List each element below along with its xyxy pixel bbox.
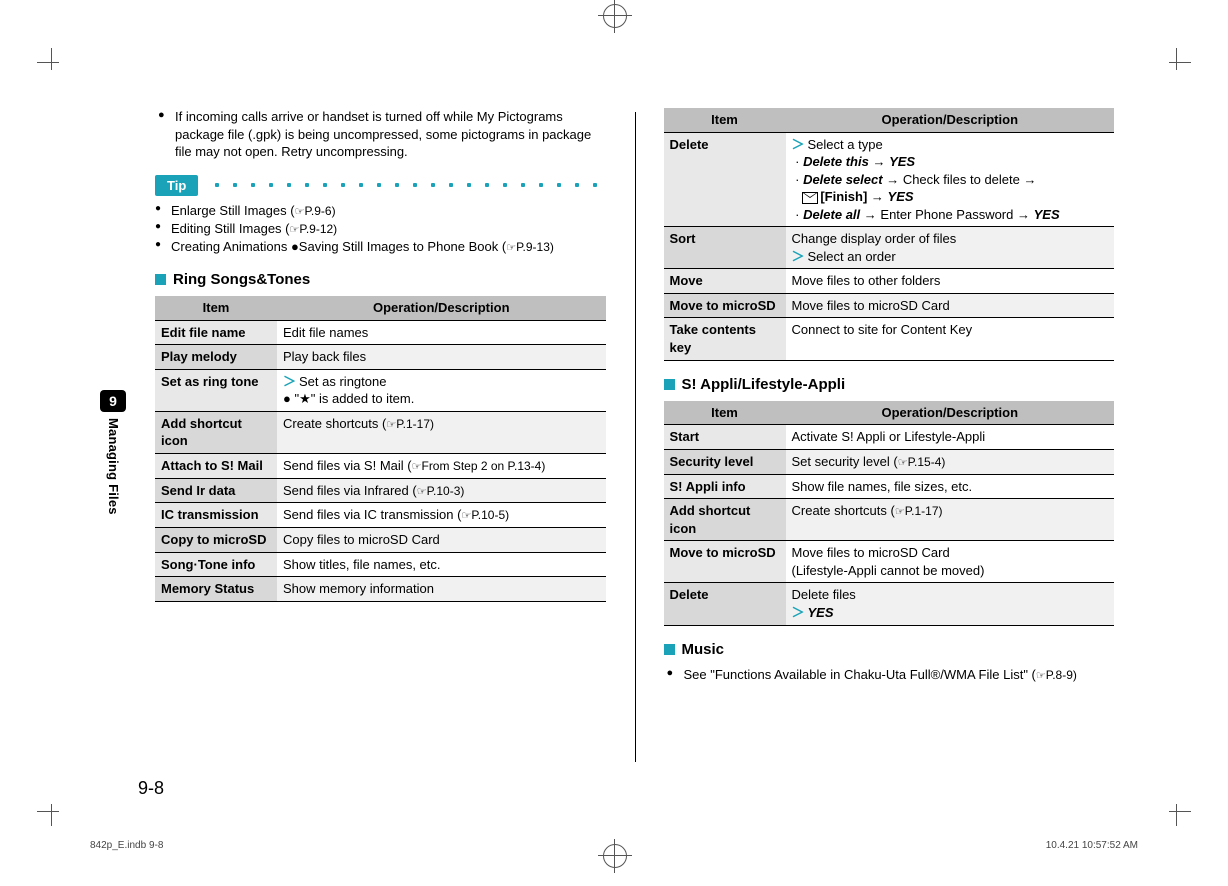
tip-bar: Tip (155, 175, 606, 197)
footer-left: 842p_E.indb 9-8 (90, 839, 163, 853)
tip-dots-icon (208, 182, 605, 188)
th-item: Item (155, 296, 277, 320)
table-row: SortChange display order of files＞Select… (664, 227, 1115, 269)
table-row: DeleteDelete files＞YES (664, 583, 1115, 625)
column-divider (606, 108, 664, 766)
registration-mark (603, 4, 627, 28)
th-op: Operation/Description (786, 401, 1115, 425)
square-bullet-icon (664, 379, 675, 390)
table-row: Send Ir dataSend files via Infrared (☞P.… (155, 478, 606, 503)
th-op: Operation/Description (786, 108, 1115, 132)
table-row: Move to microSDMove files to microSD Car… (664, 541, 1115, 583)
table-row: Security levelSet security level (☞P.15-… (664, 449, 1115, 474)
delete-sort-table: ItemOperation/Description Delete ＞Select… (664, 108, 1115, 361)
chapter-label: Managing Files (104, 418, 122, 515)
th-op: Operation/Description (277, 296, 606, 320)
section-heading-ring: Ring Songs&Tones (155, 270, 606, 290)
chapter-tab: 9 Managing Files (100, 390, 126, 515)
tip-item: Creating Animations ●Saving Still Images… (155, 238, 606, 256)
music-note: See "Functions Available in Chaku-Uta Fu… (664, 666, 1115, 684)
crop-mark (1163, 798, 1191, 826)
table-row: Take contents keyConnect to site for Con… (664, 318, 1115, 360)
table-row: Memory StatusShow memory information (155, 577, 606, 602)
tip-list: Enlarge Still Images (☞P.9-6) Editing St… (155, 202, 606, 256)
tip-chip: Tip (155, 175, 198, 197)
table-row: Add shortcut iconCreate shortcuts (☞P.1-… (155, 411, 606, 453)
square-bullet-icon (155, 274, 166, 285)
table-row: IC transmissionSend files via IC transmi… (155, 503, 606, 528)
table-row: Set as ring tone＞Set as ringtone● "★" is… (155, 369, 606, 411)
square-bullet-icon (664, 644, 675, 655)
crop-mark (37, 798, 65, 826)
section-heading-appli: S! Appli/Lifestyle-Appli (664, 375, 1115, 395)
table-row: Add shortcut iconCreate shortcuts (☞P.1-… (664, 499, 1115, 541)
table-row: StartActivate S! Appli or Lifestyle-Appl… (664, 425, 1115, 450)
th-item: Item (664, 401, 786, 425)
th-item: Item (664, 108, 786, 132)
left-column: If incoming calls arrive or handset is t… (155, 108, 606, 766)
table-row: Attach to S! MailSend files via S! Mail … (155, 453, 606, 478)
page-number: 9-8 (138, 776, 164, 800)
print-footer: 842p_E.indb 9-8 10.4.21 10:57:52 AM (90, 839, 1138, 853)
table-row: Move to microSDMove files to microSD Car… (664, 293, 1115, 318)
mail-key-icon (802, 192, 818, 204)
table-row: S! Appli infoShow file names, file sizes… (664, 474, 1115, 499)
footer-right: 10.4.21 10:57:52 AM (1046, 839, 1138, 853)
crop-mark (37, 48, 65, 76)
tip-item: Enlarge Still Images (☞P.9-6) (155, 202, 606, 220)
note-bullet: If incoming calls arrive or handset is t… (155, 108, 606, 161)
table-row: Song·Tone infoShow titles, file names, e… (155, 552, 606, 577)
appli-table: ItemOperation/Description StartActivate … (664, 401, 1115, 626)
table-row: Play melodyPlay back files (155, 345, 606, 370)
table-row: Copy to microSDCopy files to microSD Car… (155, 528, 606, 553)
table-row: Delete ＞Select a type · Delete this → YE… (664, 132, 1115, 227)
table-row: MoveMove files to other folders (664, 269, 1115, 294)
section-heading-music: Music (664, 640, 1115, 660)
ring-table: ItemOperation/Description Edit file name… (155, 296, 606, 602)
chapter-number: 9 (100, 390, 126, 412)
table-row: Edit file nameEdit file names (155, 320, 606, 345)
crop-mark (1163, 48, 1191, 76)
tip-item: Editing Still Images (☞P.9-12) (155, 220, 606, 238)
right-column: ItemOperation/Description Delete ＞Select… (664, 108, 1115, 766)
